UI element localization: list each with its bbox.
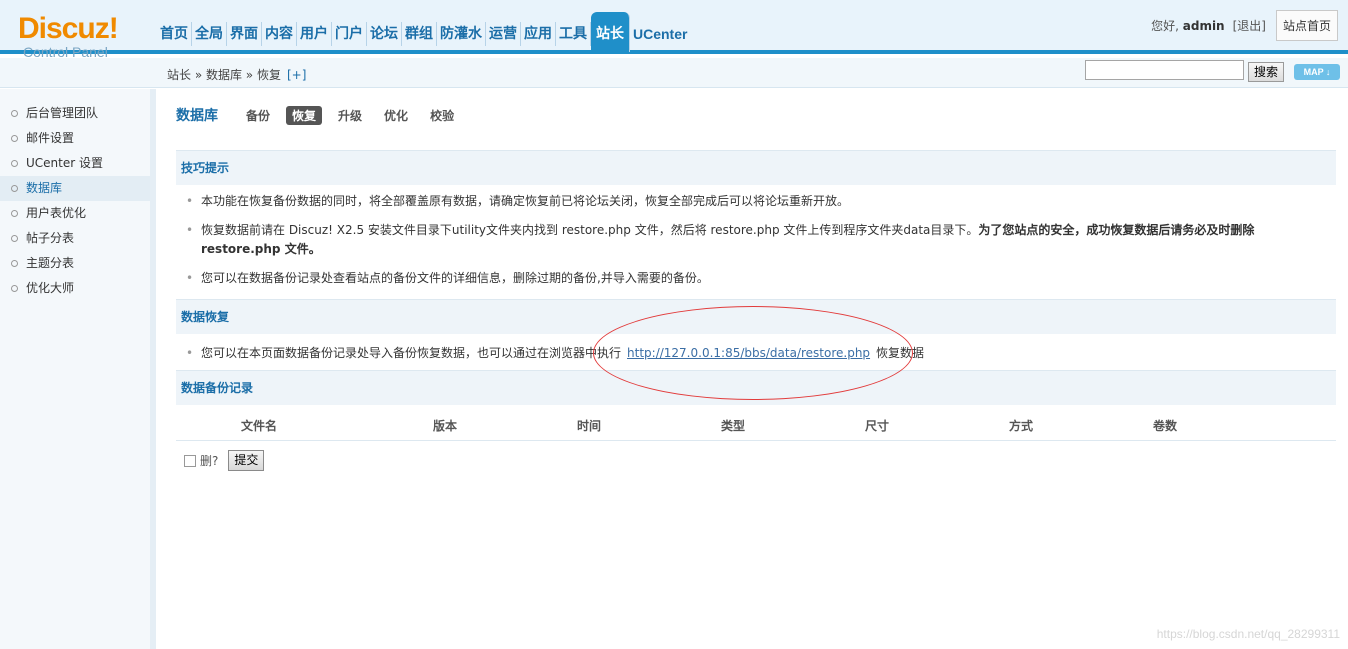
breadcrumb: 站长 » 数据库 » 恢复 [+] [167,66,306,83]
tab-upgrade[interactable]: 升级 [332,106,368,125]
nav-webmaster[interactable]: 站长 [591,12,630,52]
tip-warning-end: restore.php 文件。 [201,242,321,256]
col-type: 类型 [721,419,746,433]
nav-interface[interactable]: 界面 [227,22,262,46]
sidebar-list: 后台管理团队 邮件设置 UCenter 设置 数据库 用户表优化 帖子分表 主题… [0,89,150,301]
nav-home[interactable]: 首页 [157,22,192,46]
tab-backup[interactable]: 备份 [240,106,276,125]
annotation-ellipse [593,306,913,400]
site-home-button[interactable]: 站点首页 [1275,10,1338,41]
col-version: 版本 [433,419,458,433]
sidebar-item-admin-team[interactable]: 后台管理团队 [0,101,150,126]
sidebar-item-user-table-optimize[interactable]: 用户表优化 [0,201,150,226]
search-input[interactable] [1085,60,1244,80]
nav-tools[interactable]: 工具 [556,22,591,46]
col-size: 尺寸 [865,419,890,433]
submit-button[interactable]: 提交 [228,450,265,471]
tip-item: 本功能在恢复备份数据的同时，将全部覆盖原有数据，请确定恢复前已将论坛关闭，恢复全… [186,192,849,211]
sidebar-item-thread-table-split[interactable]: 主题分表 [0,251,150,276]
map-button[interactable]: MAP ↓ [1294,64,1340,80]
top-navigation: 首页 全局 界面 内容 用户 门户 论坛 群组 防灌水 运营 应用 工具 站长 … [157,12,690,52]
tip-warning: 为了您站点的安全，成功恢复数据后请务必及时删除 [978,223,1255,237]
delete-checkbox[interactable] [184,454,196,467]
delete-label: 删? [200,454,219,468]
sidebar-item-ucenter-settings[interactable]: UCenter 设置 [0,151,150,176]
tab-restore[interactable]: 恢复 [286,105,323,125]
col-volumes: 卷数 [1153,419,1178,433]
nav-groups[interactable]: 群组 [402,22,437,46]
tip-item: 您可以在数据备份记录处查看站点的备份文件的详细信息，删除过期的备份,并导入需要的… [186,269,709,288]
nav-global[interactable]: 全局 [192,22,227,46]
records-table-header: 文件名 版本 时间 类型 尺寸 方式 卷数 [176,406,1336,441]
nav-forum[interactable]: 论坛 [367,22,402,46]
tips-header: 技巧提示 [176,150,1336,185]
add-shortcut-link[interactable]: [+] [287,68,306,82]
sidebar-item-mail-settings[interactable]: 邮件设置 [0,126,150,151]
nav-users[interactable]: 用户 [297,22,332,46]
nav-content[interactable]: 内容 [262,22,297,46]
restore-text: 您可以在本页面数据备份记录处导入备份恢复数据，也可以通过在浏览器中执行 [201,346,622,360]
nav-apps[interactable]: 应用 [521,22,556,46]
page-title: 数据库 [176,108,218,124]
user-area: 您好, admin [退出] 站点首页 [1151,10,1338,41]
logout-link[interactable]: [退出] [1233,17,1266,34]
tip-text: 恢复数据前请在 Discuz! X2.5 安装文件目录下utility文件夹内找… [201,223,979,237]
tab-verify[interactable]: 校验 [424,106,460,125]
greeting: 您好, admin [1151,17,1225,34]
sidebar: 后台管理团队 邮件设置 UCenter 设置 数据库 用户表优化 帖子分表 主题… [0,89,156,649]
col-method: 方式 [1009,419,1034,433]
sub-header: 站长 » 数据库 » 恢复 [+] 搜索 MAP ↓ [0,58,1348,88]
search-button[interactable]: 搜索 [1248,62,1285,82]
sidebar-item-optimizer[interactable]: 优化大师 [0,276,150,301]
top-header: Discuz! Control Panel 首页 全局 界面 内容 用户 门户 … [0,0,1348,60]
sidebar-item-database[interactable]: 数据库 [0,176,150,201]
tip-item: 恢复数据前请在 Discuz! X2.5 安装文件目录下utility文件夹内找… [186,221,1296,259]
tab-optimize[interactable]: 优化 [378,106,414,125]
username: admin [1182,19,1225,33]
greeting-text: 您好, [1151,19,1179,33]
nav-antispam[interactable]: 防灌水 [437,22,486,46]
col-filename: 文件名 [241,419,278,433]
page-title-row: 数据库 备份 恢复 升级 优化 校验 [176,105,470,125]
nav-ucenter[interactable]: UCenter [630,22,690,46]
watermark: https://blog.csdn.net/qq_28299311 [1156,627,1340,641]
discuz-logo[interactable]: Discuz! Control Panel [18,12,119,61]
nav-operations[interactable]: 运营 [486,22,521,46]
logo-title: Discuz! [18,12,119,45]
nav-portal[interactable]: 门户 [332,22,367,46]
col-time: 时间 [577,419,602,433]
breadcrumb-path: 站长 » 数据库 » 恢复 [167,68,281,82]
records-footer: 删? 提交 [184,450,265,471]
sidebar-item-post-table-split[interactable]: 帖子分表 [0,226,150,251]
